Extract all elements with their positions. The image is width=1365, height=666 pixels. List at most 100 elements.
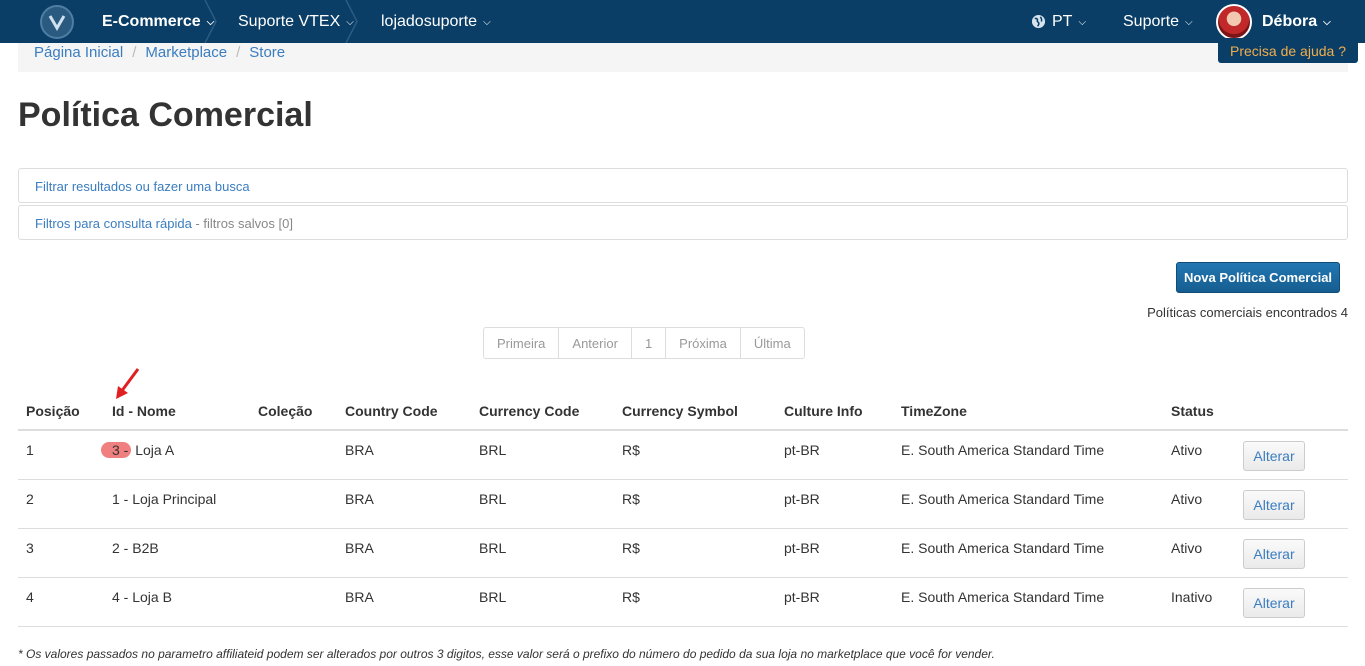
language-menu[interactable]: PT ⌵ xyxy=(1031,0,1086,43)
cell-id-nome: 2 - B2B xyxy=(112,540,159,556)
support-label: Suporte xyxy=(1123,12,1180,30)
cell-id-nome: 4 - Loja B xyxy=(112,589,172,605)
cell-country-code: BRA xyxy=(345,442,374,458)
cell-nome: Loja B xyxy=(128,589,172,605)
cell-status: Ativo xyxy=(1171,491,1203,507)
account-menu[interactable]: Suporte VTEX ⌵ xyxy=(238,0,354,43)
cell-nome: B2B xyxy=(128,540,159,556)
help-button[interactable]: Precisa de ajuda ? xyxy=(1218,38,1358,63)
breadcrumb-home[interactable]: Página Inicial xyxy=(34,44,123,61)
globe-icon xyxy=(1031,14,1046,29)
chevron-down-icon: ⌵ xyxy=(483,17,491,28)
cell-nome: Loja A xyxy=(131,442,175,458)
top-navbar: E-Commerce ⌵ Suporte VTEX ⌵ lojadosuport… xyxy=(0,0,1365,43)
breadcrumb-store[interactable]: Store xyxy=(249,44,285,61)
cell-culture-info: pt-BR xyxy=(784,540,820,556)
cell-nome: Loja Principal xyxy=(128,491,217,507)
account-menu-label: Suporte VTEX xyxy=(238,12,341,30)
quick-filter-link[interactable]: Filtros para consulta rápida xyxy=(35,216,192,231)
search-filter-link[interactable]: Filtrar resultados ou fazer uma busca xyxy=(35,179,250,194)
edit-button[interactable]: Alterar xyxy=(1243,588,1305,618)
breadcrumb-separator: / xyxy=(236,44,241,61)
col-country-code: Country Code xyxy=(345,403,438,419)
cell-status: Ativo xyxy=(1171,442,1203,458)
cell-currency-code: BRL xyxy=(479,540,507,556)
highlighted-id: 3 - xyxy=(101,442,132,458)
cell-currency-code: BRL xyxy=(479,589,507,605)
product-menu[interactable]: E-Commerce ⌵ xyxy=(102,0,214,43)
cell-currency-symbol: R$ xyxy=(622,589,640,605)
edit-button[interactable]: Alterar xyxy=(1243,441,1305,471)
cell-id: 2 - xyxy=(112,540,129,556)
user-avatar[interactable] xyxy=(1216,4,1252,40)
cell-country-code: BRA xyxy=(345,540,374,556)
cell-currency-code: BRL xyxy=(479,442,507,458)
support-menu[interactable]: Suporte ⌵ xyxy=(1123,0,1193,43)
cell-id-nome: 3 - Loja A xyxy=(101,442,175,458)
table-row: 4 4 - Loja B BRA BRL R$ pt-BR E. South A… xyxy=(18,578,1348,627)
table-header: Posição Id - Nome Coleção Country Code C… xyxy=(18,390,1348,431)
footnote: * Os valores passados no parametro affil… xyxy=(18,647,995,661)
table-row: 1 3 - Loja A BRA BRL R$ pt-BR E. South A… xyxy=(18,431,1348,480)
cell-posicao: 1 xyxy=(26,442,34,458)
cell-posicao: 4 xyxy=(26,589,34,605)
col-culture-info: Culture Info xyxy=(784,403,863,419)
page-next[interactable]: Próxima xyxy=(666,328,741,358)
cell-posicao: 3 xyxy=(26,540,34,556)
page-title: Política Comercial xyxy=(18,96,313,134)
cell-timezone: E. South America Standard Time xyxy=(901,491,1105,507)
edit-button[interactable]: Alterar xyxy=(1243,539,1305,569)
breadcrumb-marketplace[interactable]: Marketplace xyxy=(145,44,227,61)
nav-separator-icon xyxy=(204,0,217,43)
col-posicao: Posição xyxy=(26,403,80,419)
breadcrumb-separator: / xyxy=(132,44,137,61)
cell-timezone: E. South America Standard Time xyxy=(901,442,1105,458)
table-row: 3 2 - B2B BRA BRL R$ pt-BR E. South Amer… xyxy=(18,529,1348,578)
cell-status: Inativo xyxy=(1171,589,1213,605)
vtex-logo-icon[interactable] xyxy=(40,5,74,39)
search-filter-panel: Filtrar resultados ou fazer uma busca xyxy=(18,168,1348,203)
col-status: Status xyxy=(1171,403,1214,419)
cell-timezone: E. South America Standard Time xyxy=(901,540,1105,556)
cell-id: 4 - xyxy=(112,589,129,605)
chevron-down-icon: ⌵ xyxy=(1078,17,1087,28)
user-menu[interactable]: Débora ⌵ xyxy=(1262,0,1331,43)
language-label: PT xyxy=(1052,12,1073,30)
col-colecao: Coleção xyxy=(258,403,313,419)
cell-culture-info: pt-BR xyxy=(784,589,820,605)
table-row: 2 1 - Loja Principal BRA BRL R$ pt-BR E.… xyxy=(18,480,1348,529)
saved-filters-text: - filtros salvos [0] xyxy=(191,216,293,231)
cell-currency-code: BRL xyxy=(479,491,507,507)
store-menu-label: lojadosuporte xyxy=(381,12,478,30)
cell-timezone: E. South America Standard Time xyxy=(901,589,1105,605)
page-current[interactable]: 1 xyxy=(632,328,667,358)
cell-posicao: 2 xyxy=(26,491,34,507)
cell-currency-symbol: R$ xyxy=(622,491,640,507)
cell-id: 1 - xyxy=(112,491,129,507)
quick-filter-panel: Filtros para consulta rápida - filtros s… xyxy=(18,205,1348,240)
cell-currency-symbol: R$ xyxy=(622,540,640,556)
cell-country-code: BRA xyxy=(345,589,374,605)
cell-country-code: BRA xyxy=(345,491,374,507)
pagination: Primeira Anterior 1 Próxima Última xyxy=(483,327,805,359)
cell-id-nome: 1 - Loja Principal xyxy=(112,491,216,507)
page-last[interactable]: Última xyxy=(741,328,804,358)
cell-currency-symbol: R$ xyxy=(622,442,640,458)
edit-button[interactable]: Alterar xyxy=(1243,490,1305,520)
chevron-down-icon: ⌵ xyxy=(1323,17,1331,28)
cell-culture-info: pt-BR xyxy=(784,442,820,458)
col-currency-code: Currency Code xyxy=(479,403,580,419)
page-previous[interactable]: Anterior xyxy=(559,328,632,358)
user-name: Débora xyxy=(1262,12,1318,30)
page-first[interactable]: Primeira xyxy=(484,328,560,358)
cell-status: Ativo xyxy=(1171,540,1203,556)
col-timezone: TimeZone xyxy=(901,403,967,419)
chevron-down-icon: ⌵ xyxy=(1185,17,1193,28)
breadcrumb: Página Inicial / Marketplace / Store xyxy=(18,43,1348,72)
new-policy-button[interactable]: Nova Política Comercial xyxy=(1176,262,1340,293)
col-id-nome: Id - Nome xyxy=(112,403,176,419)
col-currency-symbol: Currency Symbol xyxy=(622,403,738,419)
store-menu[interactable]: lojadosuporte ⌵ xyxy=(381,0,491,43)
results-count: Políticas comerciais encontrados 4 xyxy=(1147,305,1348,320)
nav-separator-icon xyxy=(345,0,358,43)
